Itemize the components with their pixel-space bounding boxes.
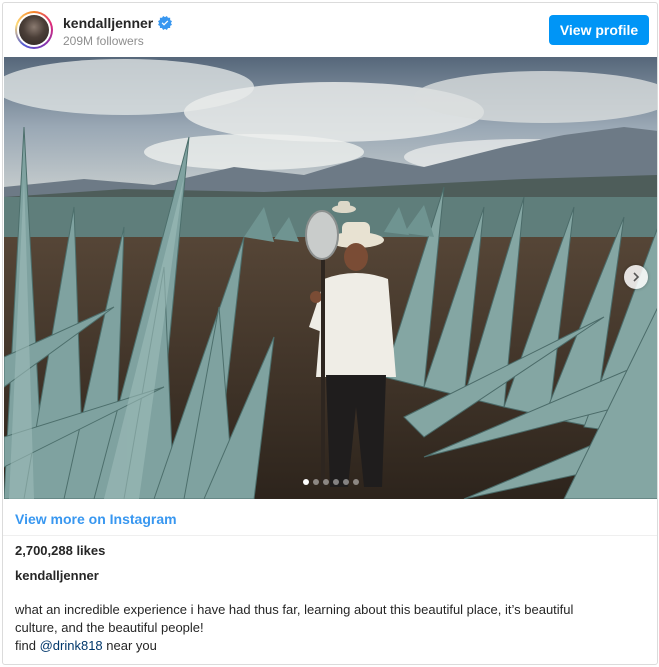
carousel-dot [303,479,309,485]
view-profile-button[interactable]: View profile [549,15,649,45]
caption-line: culture, and the beautiful people! [15,620,204,635]
chevron-right-icon [633,272,640,282]
post-header: kendalljenner 209M followers View profil… [3,3,657,57]
carousel-dot [353,479,359,485]
caption-username[interactable]: kendalljenner [15,568,99,583]
username[interactable]: kendalljenner [63,15,153,31]
post-photo [4,57,657,499]
post-caption: what an incredible experience i have had… [15,601,645,655]
username-row: kendalljenner [63,15,173,31]
instagram-embed-card: kendalljenner 209M followers View profil… [2,2,658,665]
carousel-dot [333,479,339,485]
post-image[interactable] [4,57,657,499]
carousel-indicator [4,479,657,485]
likes-count[interactable]: 2,700,288 likes [15,543,105,558]
view-more-link[interactable]: View more on Instagram [15,511,177,527]
caption-near-text: near you [106,638,157,653]
caption-find-text: find [15,638,36,653]
verified-badge-icon [158,16,173,30]
next-slide-button[interactable] [624,265,648,289]
carousel-dot [313,479,319,485]
followers-count: 209M followers [63,34,144,48]
carousel-dot [343,479,349,485]
caption-line: what an incredible experience i have had… [15,602,574,617]
carousel-dot [323,479,329,485]
avatar[interactable] [15,11,53,49]
mention-link[interactable]: @drink818 [40,638,103,653]
avatar-image [19,15,49,45]
divider [3,535,657,536]
caption-line: find @drink818 near you [15,637,645,655]
